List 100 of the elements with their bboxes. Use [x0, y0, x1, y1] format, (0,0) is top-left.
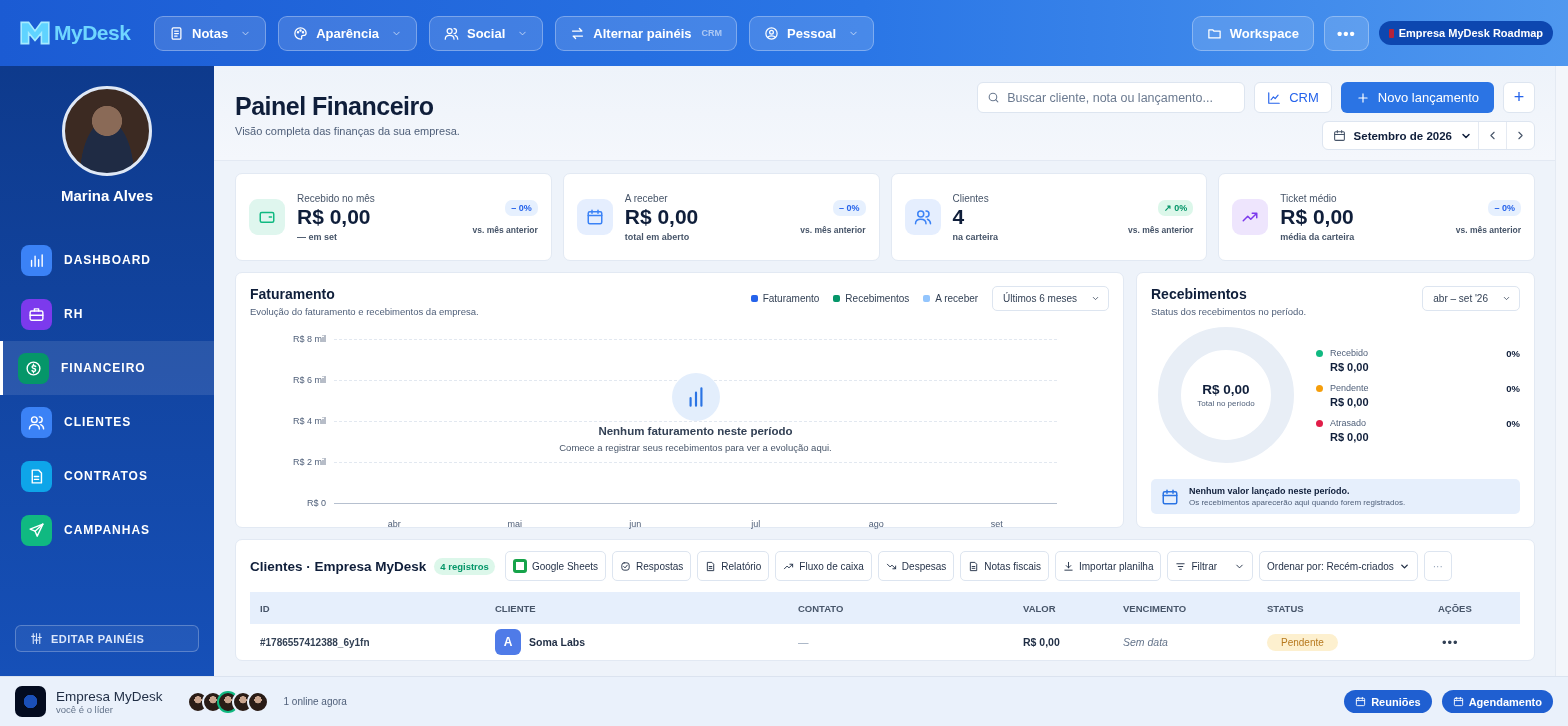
status-badge: Pendente	[1267, 634, 1338, 651]
menu-button[interactable]: Aparência	[278, 15, 417, 51]
kpi-caption: média da carteira	[1280, 231, 1356, 242]
filter-icon	[1175, 560, 1187, 572]
sidebar-item[interactable]: RH	[0, 287, 214, 341]
note-icon	[169, 25, 184, 41]
legend-label: Recebido	[1330, 347, 1370, 358]
table-cell-text: Sem data	[1123, 636, 1169, 648]
actions-button[interactable]: •••	[1438, 634, 1463, 650]
column-header: CONTATO	[798, 602, 845, 614]
page-subtitle: Visão completa das finanças da sua empresa.	[235, 125, 460, 137]
toolbar-button[interactable]: Importar planilha	[1055, 551, 1162, 581]
role-label: você é o líder	[56, 703, 115, 715]
add-button[interactable]: +	[1503, 82, 1535, 113]
kpi-label: Recebido no mês	[297, 192, 376, 204]
search-field[interactable]: Buscar cliente, nota ou lançamento...	[977, 82, 1246, 113]
empty-text: Comece a registrar seus recebimentos para ver a evolução aqui.	[559, 442, 832, 453]
calendar-icon	[1161, 487, 1179, 506]
notice-title: Nenhum valor lançado neste período.	[1189, 486, 1351, 496]
client-avatar: A	[495, 629, 521, 655]
axis-label: R$ 0	[306, 498, 326, 508]
page-title: Painel Financeiro	[235, 92, 435, 121]
client-name: Soma Labs	[529, 636, 586, 648]
period-select[interactable]: abr – set '26	[1422, 286, 1520, 311]
new-entry-button[interactable]: Novo lançamento	[1340, 82, 1494, 113]
card-subtitle: Evolução do faturamento e recebimentos da empresa.	[250, 306, 479, 317]
footer-button[interactable]: Agendamento	[1441, 690, 1553, 713]
axis-label: abr	[387, 519, 401, 529]
crm-button[interactable]: CRM	[1254, 82, 1332, 113]
user-name: Marina Alves	[60, 187, 154, 204]
change-badge: – 0%	[505, 199, 538, 216]
notice-text: Os recebimentos aparecerão aqui quando forem registrados.	[1189, 498, 1406, 507]
menu-button[interactable]: Social	[429, 15, 544, 51]
legend-value: R$ 0,00	[1330, 395, 1370, 408]
users-icon	[444, 25, 459, 41]
comparison-label: vs. mês anterior	[1128, 224, 1194, 235]
sort-select[interactable]: Ordenar por: Recém-criados	[1259, 551, 1418, 581]
change-badge: ↗ 0%	[1157, 199, 1194, 216]
menu-button[interactable]: Alternar painéis CRM	[555, 15, 738, 51]
legend-label: Atrasado	[1330, 417, 1368, 428]
kpi-label: Clientes	[952, 192, 990, 204]
axis-label: R$ 4 mil	[292, 416, 326, 426]
online-status: 1 online agora	[283, 696, 347, 707]
column-header: CLIENTE	[495, 602, 537, 614]
company-logo-icon	[15, 686, 46, 717]
card-title: Faturamento	[250, 286, 336, 302]
card-title: Clientes · Empresa MyDesk	[250, 558, 427, 574]
toolbar-button[interactable]: Relatório	[697, 551, 770, 581]
comparison-label: vs. mês anterior	[1455, 224, 1521, 235]
axis-label: R$ 6 mil	[292, 375, 326, 385]
toolbar-button[interactable]: Notas fiscais	[960, 551, 1049, 581]
axis-label: mai	[507, 519, 522, 529]
legend-label: Faturamento	[762, 293, 820, 304]
toolbar-button[interactable]: Respostas	[612, 551, 692, 581]
spreadsheet-icon	[512, 559, 527, 573]
company-name: Empresa MyDesk	[56, 688, 163, 704]
legend-percent: 0%	[1506, 347, 1520, 359]
column-header: AÇÕES	[1438, 602, 1473, 614]
kpi-caption: na carteira	[952, 231, 1000, 242]
axis-label: set	[990, 519, 1003, 529]
caret-icon	[1091, 294, 1100, 303]
period-select[interactable]: Últimos 6 meses	[992, 286, 1109, 311]
axis-label: R$ 2 mil	[292, 457, 326, 467]
footer-button[interactable]: Reuniões	[1344, 690, 1432, 713]
kpi-value: R$ 0,00	[297, 204, 372, 229]
table-cell-text: #1786557412388_6y1fn	[260, 636, 371, 648]
kpi-value: R$ 0,00	[1280, 204, 1355, 229]
column-header: STATUS	[1267, 602, 1305, 614]
edit-panels-button[interactable]: EDITAR PAINÉIS	[15, 625, 199, 652]
brand-name: MyDesk	[54, 21, 131, 45]
legend-label: Pendente	[1330, 382, 1370, 393]
plus-icon	[1355, 90, 1370, 105]
card-subtitle: Status dos recebimentos no período.	[1151, 306, 1307, 317]
change-badge: – 0%	[1488, 199, 1521, 216]
table-cell-text: —	[798, 636, 810, 648]
check-icon	[620, 560, 632, 572]
sidebar-item[interactable]: DASHBOARD	[0, 233, 214, 287]
column-header: ID	[260, 602, 271, 614]
count-badge: 4 registros	[434, 557, 495, 575]
legend-label: A receber	[935, 293, 979, 304]
sidebar-item[interactable]: FINANCEIRO	[0, 341, 214, 395]
search-icon	[987, 91, 1001, 104]
menu-button[interactable]: Notas	[154, 15, 267, 51]
sidebar-item[interactable]: CAMPANHAS	[0, 503, 214, 557]
legend-value: R$ 0,00	[1330, 430, 1370, 443]
toolbar-button[interactable]: Despesas	[877, 551, 955, 581]
roadmap-button[interactable]: Empresa MyDesk Roadmap	[1378, 21, 1553, 45]
toolbar-button[interactable]: Filtrar	[1167, 551, 1254, 581]
card-title: Recebimentos	[1151, 286, 1248, 302]
kpi-label: A receber	[624, 192, 669, 204]
caret-icon	[1502, 294, 1511, 303]
toolbar-button[interactable]: Google Sheets	[504, 551, 607, 581]
menu-button[interactable]: Pessoal	[749, 15, 875, 51]
toolbar-button[interactable]: Fluxo de caixa	[775, 551, 872, 581]
user-icon	[764, 25, 780, 41]
document-icon	[705, 560, 717, 572]
legend-value: R$ 0,00	[1330, 360, 1370, 373]
sidebar-item[interactable]: CLIENTES	[0, 395, 214, 449]
kpi-value: R$ 0,00	[624, 204, 700, 229]
sidebar-item[interactable]: CONTRATOS	[0, 449, 214, 503]
